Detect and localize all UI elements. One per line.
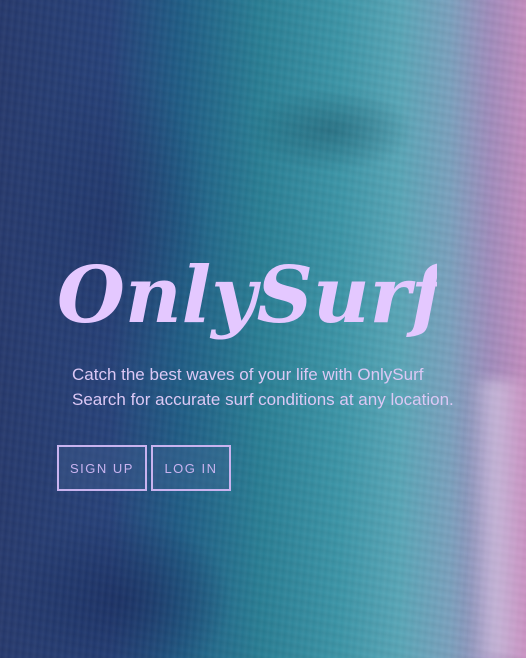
hero-section: OnlySurf Catch the best waves of your li…: [0, 0, 526, 658]
shoreline-foam: [470, 380, 526, 658]
brand-logo: OnlySurf: [57, 248, 456, 348]
auth-actions: SIGN UP LOG IN: [57, 445, 231, 491]
tagline-line-1: Catch the best waves of your life with O…: [72, 365, 424, 384]
sign-up-button[interactable]: SIGN UP: [57, 445, 147, 491]
tagline-line-2: Search for accurate surf conditions at a…: [72, 390, 454, 409]
log-in-button[interactable]: LOG IN: [151, 445, 231, 491]
brand-logo-svg: OnlySurf: [57, 250, 456, 341]
tagline: Catch the best waves of your life with O…: [72, 362, 512, 412]
brand-name: OnlySurf: [57, 250, 437, 341]
